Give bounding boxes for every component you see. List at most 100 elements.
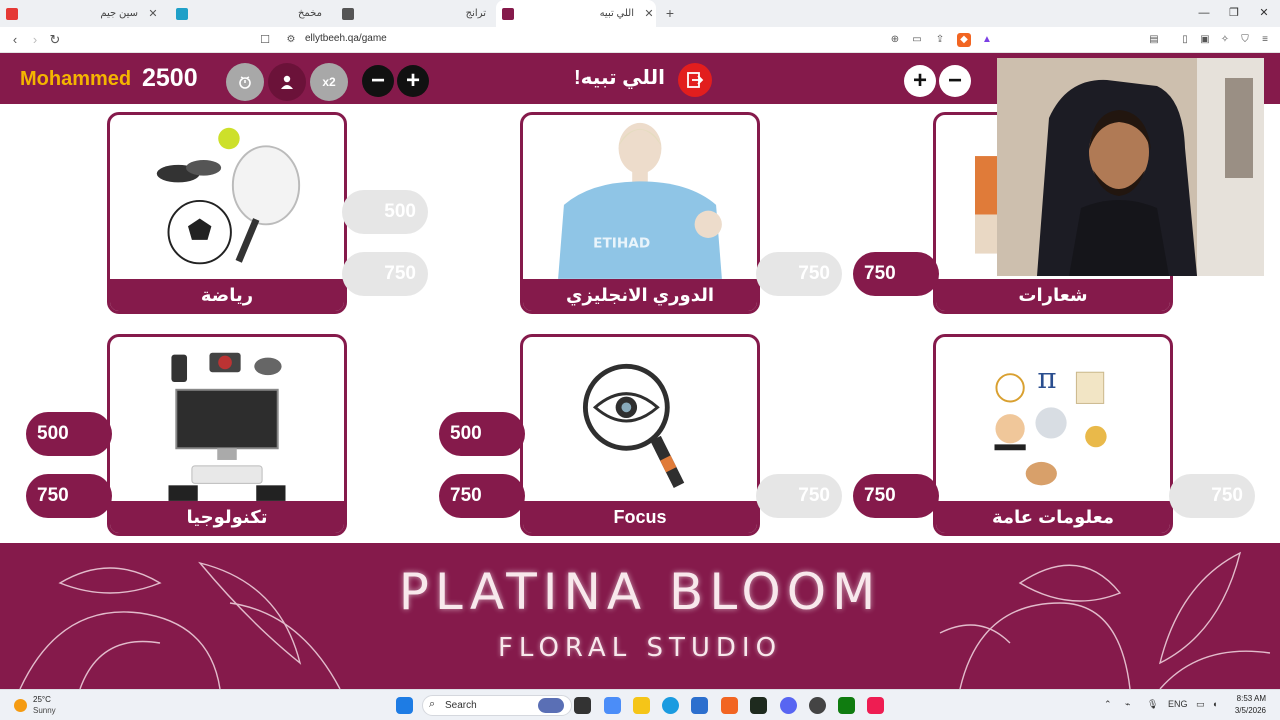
obs-icon[interactable] (809, 697, 826, 714)
category-label: رياضة (110, 279, 344, 311)
wifi-icon[interactable]: ▭ (1196, 699, 1205, 710)
terminal-icon[interactable] (750, 697, 767, 714)
search-icon: ⌕ (429, 698, 436, 710)
store-icon[interactable] (691, 697, 708, 714)
browser-tab[interactable]: سين جيم ✕ (0, 0, 160, 27)
close-window-icon[interactable]: ✕ (1248, 0, 1280, 27)
bookmark-icon[interactable]: ☐ (257, 32, 273, 48)
browser-tab-strip: سين جيم ✕ مخمخ ترانج اللي تبيه ✕ + — ❐ ✕ (0, 0, 1280, 27)
tab-close-icon[interactable]: ✕ (146, 7, 160, 20)
clock-date[interactable]: 3/5/2026 (1226, 706, 1266, 715)
svg-text:ETIHAD: ETIHAD (593, 236, 650, 252)
score-plus-button[interactable]: + (397, 65, 429, 97)
edge-icon[interactable] (662, 697, 679, 714)
tab-favicon-icon (502, 7, 514, 20)
player-name: Mohammed (20, 68, 132, 90)
restore-icon[interactable]: ❐ (1218, 0, 1250, 27)
sidebar-icon[interactable]: ▤ (1147, 33, 1161, 47)
category-card-premier-league[interactable]: ETIHAD الدوري الانجليزي (520, 112, 760, 314)
timer-lifeline-icon[interactable] (226, 63, 264, 101)
clock-time[interactable]: 8:53 AM (1226, 694, 1266, 703)
score-minus-button[interactable]: − (362, 65, 394, 97)
category-card-technology[interactable]: تكنولوجيا (107, 334, 347, 536)
site-info-icon[interactable]: ⚙ (283, 32, 299, 48)
points-pill[interactable]: 500 (439, 412, 525, 456)
url-field[interactable]: ellytbeeh.qa/game (305, 33, 387, 44)
xbox-icon[interactable] (838, 697, 855, 714)
points-pill-used: 750 (756, 252, 842, 296)
tab-title: ترانج (465, 8, 486, 19)
points-pill-used: 500 (342, 190, 428, 234)
team2-minus-button[interactable]: − (939, 65, 971, 97)
points-pill[interactable]: 750 (853, 474, 939, 518)
app-logo: اللي تبيه! (574, 67, 665, 89)
points-pill[interactable]: 750 (439, 474, 525, 518)
tiktok-icon[interactable] (867, 697, 884, 714)
tab-close-icon[interactable]: ✕ (642, 7, 656, 20)
exit-game-button[interactable] (678, 63, 712, 97)
ai-icon[interactable]: ✧ (1218, 33, 1232, 47)
points-pill[interactable]: 500 (26, 412, 112, 456)
taskbar: 25°C Sunny ⌕ Search ⌃ ⌁ 🎙 ENG ▭ ◖ 8:53 A… (0, 689, 1280, 720)
tab-title: سين جيم (100, 8, 138, 19)
tray-chevron-icon[interactable]: ⌃ (1104, 699, 1112, 710)
volume-icon[interactable]: ◖ (1212, 699, 1217, 709)
sports-illustration (156, 127, 301, 265)
tab-favicon-icon (342, 7, 354, 20)
reader-icon[interactable]: ▯ (1178, 33, 1192, 47)
tab-title: اللي تبيه (599, 8, 634, 19)
points-pill-used: 750 (342, 252, 428, 296)
rewards-icon[interactable]: ▲ (980, 33, 994, 47)
copilot-icon[interactable] (604, 697, 621, 714)
network-icon[interactable]: ⌁ (1125, 699, 1130, 710)
category-label: شعارات (936, 279, 1170, 311)
language-indicator[interactable]: ENG (1168, 699, 1188, 709)
back-icon[interactable]: ‹ (7, 32, 23, 48)
reload-icon[interactable]: ↻ (47, 32, 63, 48)
person-lifeline-icon[interactable] (268, 63, 306, 101)
category-card-sports[interactable]: رياضة (107, 112, 347, 314)
banner-title: PLATINA BLOOM (398, 563, 882, 621)
player-score: 2500 (142, 64, 198, 92)
points-pill[interactable]: 750 (26, 474, 112, 518)
points-pill[interactable]: 750 (853, 252, 939, 296)
new-tab-icon[interactable]: + (662, 5, 678, 21)
weather-description[interactable]: Sunny (33, 706, 56, 715)
discord-icon[interactable] (780, 697, 797, 714)
tab-title: مخمخ (297, 8, 322, 19)
brave-icon[interactable] (721, 697, 738, 714)
tab-favicon-icon (176, 7, 188, 20)
browser-tab[interactable]: مخمخ (170, 0, 330, 27)
points-pill-used: 750 (1169, 474, 1255, 518)
category-label: تكنولوجيا (110, 501, 344, 533)
general-knowledge-illustration: π (994, 361, 1107, 486)
points-pill-used: 750 (756, 474, 842, 518)
zoom-icon[interactable]: ⊕ (888, 33, 902, 47)
start-icon[interactable] (396, 697, 413, 714)
category-card-focus[interactable]: Focus (520, 334, 760, 536)
forward-icon[interactable]: › (27, 32, 43, 48)
cast-icon[interactable]: ▭ (910, 33, 924, 47)
weather-temperature[interactable]: 25°C (33, 695, 51, 704)
sponsor-banner[interactable]: PLATINA BLOOM FLORAL STUDIO (0, 543, 1280, 689)
exit-icon (687, 72, 704, 88)
share-icon[interactable]: ⇪ (933, 33, 947, 47)
search-label: Search (445, 700, 477, 711)
file-explorer-icon[interactable] (633, 697, 650, 714)
widgets-icon[interactable] (538, 698, 564, 713)
category-card-general-knowledge[interactable]: π معلومات عامة (933, 334, 1173, 536)
browser-tab[interactable]: ترانج (336, 0, 494, 27)
category-label: معلومات عامة (936, 501, 1170, 533)
weather-sun-icon[interactable] (14, 699, 27, 712)
task-view-icon[interactable] (574, 697, 591, 714)
menu-icon[interactable]: ≡ (1258, 33, 1272, 47)
team2-plus-button[interactable]: + (904, 65, 936, 97)
double-points-button[interactable]: x2 (310, 63, 348, 101)
eye-magnifier-illustration (582, 363, 685, 488)
vpn-icon[interactable]: ⛉ (1238, 33, 1252, 47)
minimize-icon[interactable]: — (1188, 0, 1220, 27)
browser-tab-active[interactable]: اللي تبيه ✕ (496, 0, 656, 27)
brave-shield-icon[interactable]: ◆ (957, 33, 971, 47)
wallet-icon[interactable]: ▣ (1198, 33, 1212, 47)
mic-icon[interactable]: 🎙 (1147, 699, 1158, 710)
